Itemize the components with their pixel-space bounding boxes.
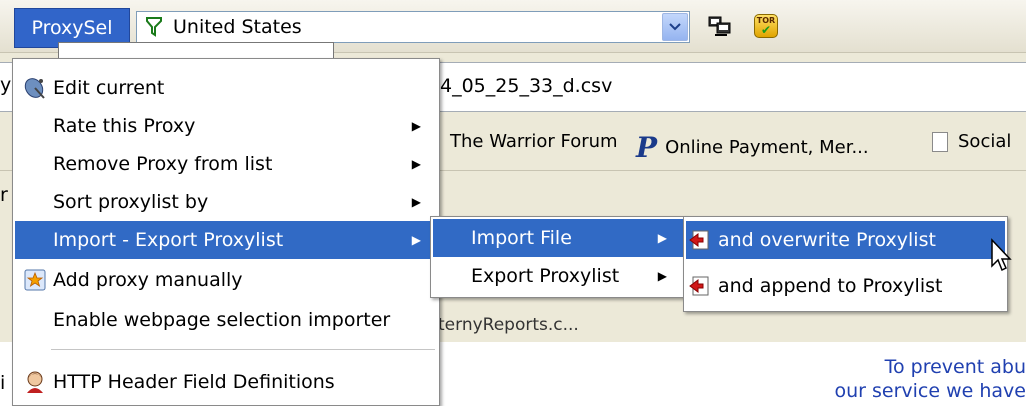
submenu-arrow-icon: ▶ — [411, 119, 421, 133]
submenu-arrow-icon: ▶ — [657, 231, 667, 245]
bookmark-label: Social — [958, 131, 1012, 152]
import-file-icon — [688, 274, 712, 298]
menu-separator — [51, 349, 435, 350]
menu-item-label: Import - Export Proxylist — [53, 229, 284, 251]
submenu-arrow-icon: ▶ — [657, 269, 667, 283]
country-select[interactable]: United States — [136, 11, 690, 43]
menu-item-rate-proxy[interactable]: Rate this Proxy ▶ — [15, 107, 437, 145]
menu-item-export-proxylist[interactable]: Export Proxylist ▶ — [433, 257, 683, 295]
menu-item-import-file[interactable]: Import File ▶ — [433, 219, 683, 257]
menu-item-label: Import File — [471, 227, 572, 249]
menu-item-label: Remove Proxy from list — [53, 153, 273, 175]
import-file-icon — [688, 228, 712, 252]
country-filter-icon — [143, 16, 165, 38]
browser-tab[interactable]: ternyReports.c... — [438, 315, 672, 341]
page-text-line2: our service we have — [834, 380, 1026, 402]
person-icon — [23, 370, 47, 394]
bookmark-paypal[interactable]: P Online Payment, Mer... — [636, 131, 869, 164]
menu-item-import-export[interactable]: Import - Export Proxylist ▶ — [15, 221, 437, 259]
submenu-arrow-icon: ▶ — [411, 233, 421, 247]
menu-item-label: Add proxy manually — [53, 269, 243, 291]
menu-item-label: Enable webpage selection importer — [53, 309, 391, 331]
menu-item-enable-webpage-importer[interactable]: Enable webpage selection importer — [15, 301, 437, 339]
menu-item-label: Export Proxylist — [471, 265, 620, 287]
import-file-submenu: and overwrite Proxylist and append to Pr… — [683, 216, 1008, 312]
bookmark-warrior-forum[interactable]: The Warrior Forum — [450, 131, 618, 152]
menu-item-overwrite-proxylist[interactable]: and overwrite Proxylist — [686, 221, 1005, 259]
paypal-icon: P — [636, 131, 658, 164]
mouse-cursor-icon — [990, 238, 1012, 274]
menu-item-label: and append to Proxylist — [718, 275, 943, 297]
bookmark-social[interactable]: Social — [932, 131, 1011, 152]
menu-item-edit-current[interactable]: Edit current — [15, 69, 437, 107]
tor-icon[interactable]: TOR ✔ — [752, 12, 780, 40]
bookmark-label: The Warrior Forum — [450, 131, 618, 152]
proxysel-menu: Edit current Rate this Proxy ▶ Remove Pr… — [12, 58, 440, 406]
left-edge-char: y — [0, 74, 12, 96]
menu-item-sort-proxylist[interactable]: Sort proxylist by ▶ — [15, 183, 437, 221]
menu-item-label: HTTP Header Field Definitions — [53, 371, 335, 393]
submenu-arrow-icon: ▶ — [411, 195, 421, 209]
satellite-dish-icon — [23, 76, 47, 100]
menu-item-add-proxy[interactable]: Add proxy manually — [15, 261, 437, 299]
proxysel-label: ProxySel — [31, 17, 113, 39]
menu-item-label: Rate this Proxy — [53, 115, 196, 137]
document-icon — [932, 131, 948, 152]
import-export-submenu: Import File ▶ Export Proxylist ▶ — [430, 216, 686, 298]
network-computers-icon[interactable] — [706, 12, 734, 40]
menu-item-label: and overwrite Proxylist — [718, 229, 936, 251]
address-text: 4_05_25_33_d.csv — [440, 75, 613, 97]
add-star-icon — [23, 268, 47, 292]
left-edge-char: i — [0, 372, 6, 394]
bookmark-label: Online Payment, Mer... — [665, 137, 869, 158]
tab-label: ternyReports.c... — [438, 315, 579, 335]
left-edge-char: r — [0, 184, 8, 206]
menu-item-append-proxylist[interactable]: and append to Proxylist — [686, 267, 1005, 305]
chevron-down-icon[interactable] — [662, 13, 688, 41]
country-select-value: United States — [173, 16, 302, 38]
menu-item-http-header-definitions[interactable]: HTTP Header Field Definitions — [15, 363, 437, 401]
menu-item-remove-proxy[interactable]: Remove Proxy from list ▶ — [15, 145, 437, 183]
checkmark-icon: ✔ — [760, 23, 772, 37]
submenu-arrow-icon: ▶ — [411, 157, 421, 171]
page-text-line1: To prevent abu — [884, 356, 1026, 378]
menu-item-label: Edit current — [53, 77, 165, 99]
menu-item-label: Sort proxylist by — [53, 191, 209, 213]
